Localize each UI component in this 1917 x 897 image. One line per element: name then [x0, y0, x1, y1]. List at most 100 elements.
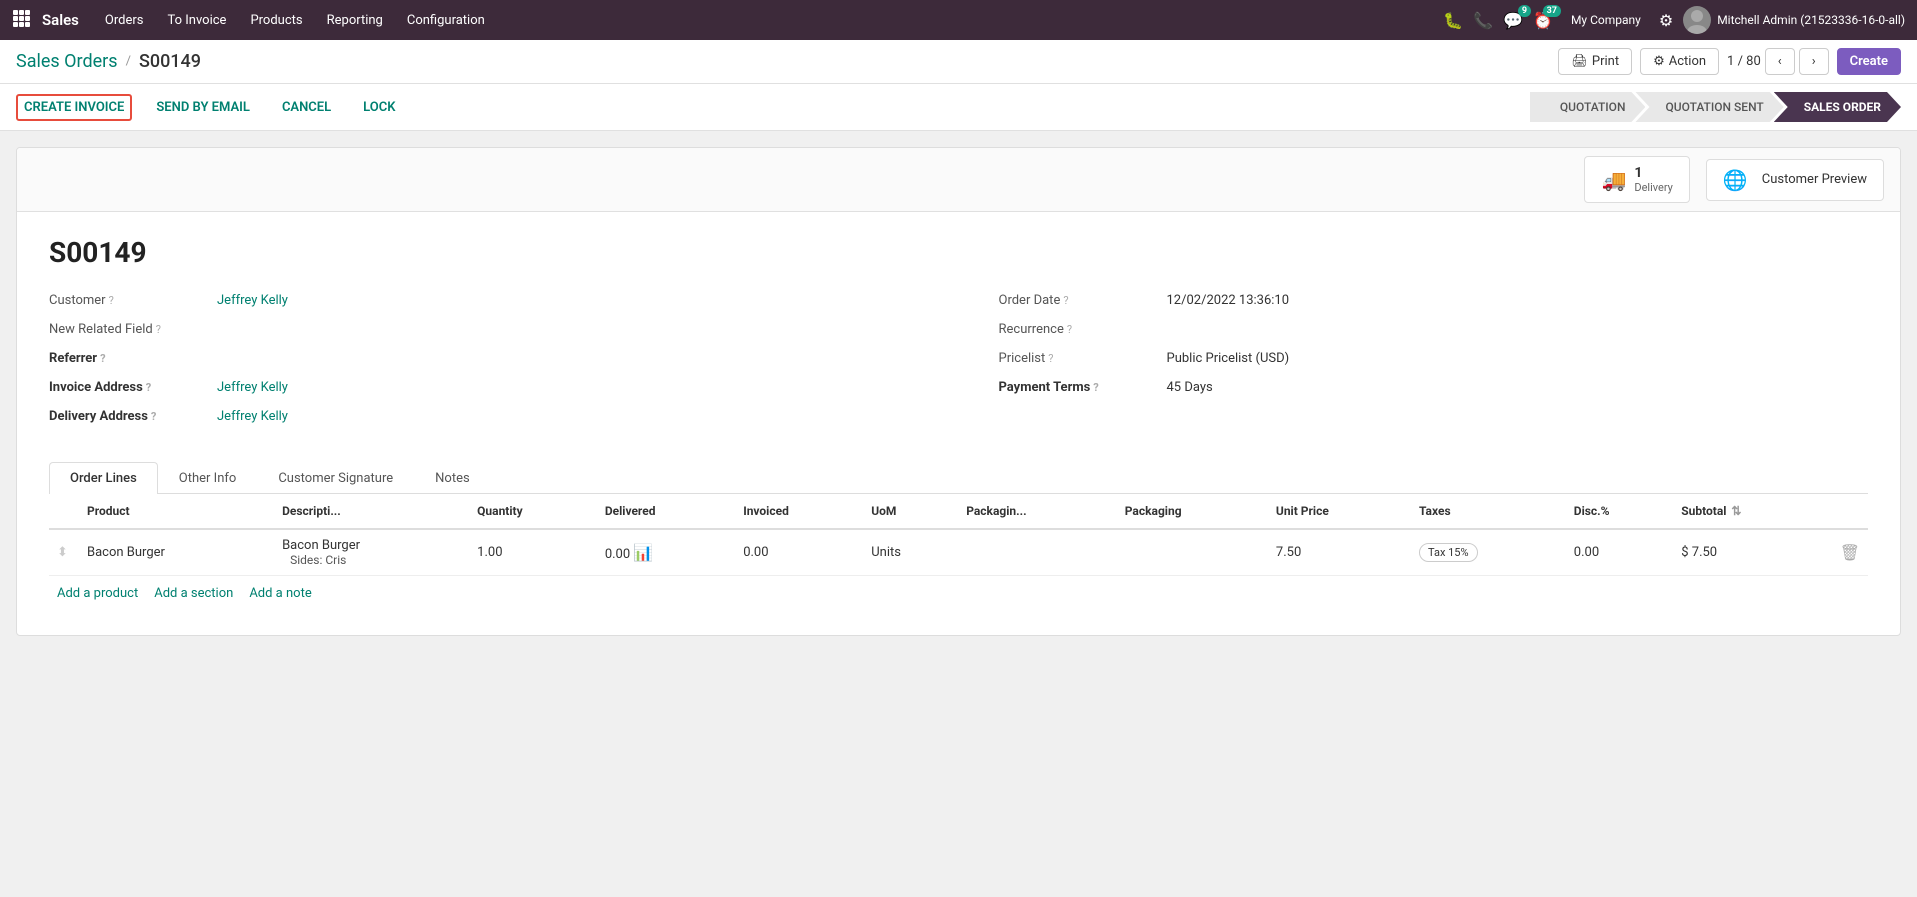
lock-button[interactable]: LOCK	[355, 94, 403, 121]
status-quotation[interactable]: QUOTATION	[1530, 92, 1646, 122]
grid-icon[interactable]	[12, 9, 30, 31]
quantity-cell[interactable]: 1.00	[469, 529, 597, 576]
order-date-help-icon[interactable]: ?	[1063, 294, 1068, 307]
recurrence-label: Recurrence ?	[999, 322, 1159, 337]
new-related-help-icon[interactable]: ?	[156, 323, 161, 336]
gear-icon: ⚙	[1653, 54, 1665, 69]
new-related-label: New Related Field ?	[49, 322, 209, 337]
uom-cell[interactable]: Units	[863, 529, 958, 576]
add-product-link[interactable]: Add a product	[57, 586, 138, 601]
tab-order-lines[interactable]: Order Lines	[49, 462, 158, 494]
invoice-address-help-icon[interactable]: ?	[146, 381, 151, 394]
page-header: Sales Orders / S00149 🖨 Print ⚙ Action 1…	[0, 40, 1917, 84]
col-quantity: Quantity	[469, 494, 597, 529]
drag-handle[interactable]: ⬍	[49, 529, 79, 576]
action-button[interactable]: ⚙ Action	[1640, 48, 1719, 75]
create-button[interactable]: Create	[1837, 48, 1901, 75]
delivery-button[interactable]: 🚚 1 Delivery	[1584, 156, 1689, 203]
sort-icon[interactable]: ⇅	[1731, 504, 1741, 518]
create-invoice-button[interactable]: CREATE INVOICE	[16, 94, 132, 121]
payment-terms-help-icon[interactable]: ?	[1093, 381, 1098, 394]
action-bar: CREATE INVOICE SEND BY EMAIL CANCEL LOCK…	[0, 84, 1917, 131]
prev-record-button[interactable]: ‹	[1765, 48, 1795, 75]
tab-notes[interactable]: Notes	[414, 462, 491, 494]
form-body: S00149 Customer ? Jeffrey Kelly New Rela…	[17, 212, 1900, 635]
status-sales-order[interactable]: SALES ORDER	[1774, 92, 1901, 122]
send-by-email-button[interactable]: SEND BY EMAIL	[148, 94, 258, 121]
main-content: 🚚 1 Delivery 🌐 Customer Preview S00149	[0, 131, 1917, 652]
nav-reporting[interactable]: Reporting	[317, 7, 393, 34]
chat-badge: 9	[1518, 5, 1531, 17]
product-cell[interactable]: Bacon Burger	[79, 529, 274, 576]
order-date-value: 12/02/2022 13:36:10	[1167, 293, 1290, 308]
printer-icon: 🖨	[1571, 54, 1588, 69]
next-record-button[interactable]: ›	[1799, 48, 1829, 75]
unit-price-cell[interactable]: 7.50	[1268, 529, 1411, 576]
record-navigation: 1 / 80 ‹ ›	[1727, 48, 1829, 75]
packaging-cell	[1117, 529, 1268, 576]
new-related-field: New Related Field ?	[49, 322, 943, 337]
order-date-field: Order Date ? 12/02/2022 13:36:10	[999, 293, 1853, 308]
add-section-link[interactable]: Add a section	[154, 586, 233, 601]
delivery-address-label: Delivery Address ?	[49, 409, 209, 424]
tab-other-info[interactable]: Other Info	[158, 462, 258, 494]
nav-products[interactable]: Products	[240, 7, 312, 34]
referrer-field: Referrer ?	[49, 351, 943, 366]
print-button[interactable]: 🖨 Print	[1558, 48, 1632, 75]
invoice-address-value[interactable]: Jeffrey Kelly	[217, 380, 288, 395]
invoiced-cell: 0.00	[735, 529, 863, 576]
status-quotation-sent[interactable]: QUOTATION SENT	[1635, 92, 1783, 122]
status-pipeline: QUOTATION QUOTATION SENT SALES ORDER	[1530, 92, 1901, 122]
customer-value[interactable]: Jeffrey Kelly	[217, 293, 288, 308]
delivered-cell: 0.00 📊	[597, 529, 735, 576]
col-packaging-qty: Packagin...	[958, 494, 1117, 529]
customer-field: Customer ? Jeffrey Kelly	[49, 293, 943, 308]
delete-row-button[interactable]: 🗑	[1840, 543, 1860, 562]
col-uom: UoM	[863, 494, 958, 529]
order-number: S00149	[49, 236, 1868, 269]
settings-icon[interactable]: ⚙	[1659, 11, 1673, 30]
table-footer-actions: Add a product Add a section Add a note	[49, 576, 1868, 611]
customer-help-icon[interactable]: ?	[109, 294, 114, 307]
payment-terms-label: Payment Terms ?	[999, 380, 1159, 395]
description-cell: Bacon Burger Sides: Cris	[274, 529, 469, 576]
user-menu[interactable]: Mitchell Admin (21523336-16-0-all)	[1683, 6, 1905, 34]
cancel-button[interactable]: CANCEL	[274, 94, 339, 121]
tab-customer-signature[interactable]: Customer Signature	[257, 462, 414, 494]
pricelist-value: Public Pricelist (USD)	[1167, 351, 1290, 366]
form-card: 🚚 1 Delivery 🌐 Customer Preview S00149	[16, 147, 1901, 636]
taxes-cell[interactable]: Tax 15%	[1411, 529, 1566, 576]
nav-configuration[interactable]: Configuration	[397, 7, 495, 34]
chat-icon[interactable]: 💬 9	[1503, 11, 1523, 30]
forecast-chart-icon[interactable]: 📊	[633, 543, 653, 562]
col-subtotal: Subtotal ⇅	[1673, 494, 1831, 529]
pricelist-help-icon[interactable]: ?	[1048, 352, 1053, 365]
pricelist-label: Pricelist ?	[999, 351, 1159, 366]
app-name[interactable]: Sales	[42, 11, 79, 29]
breadcrumb-parent[interactable]: Sales Orders	[16, 51, 118, 72]
clock-icon[interactable]: ⏰ 37	[1533, 11, 1553, 30]
debug-icon[interactable]: 🐛	[1443, 11, 1463, 30]
form-grid: Customer ? Jeffrey Kelly New Related Fie…	[49, 293, 1868, 438]
col-invoiced: Invoiced	[735, 494, 863, 529]
payment-terms-field: Payment Terms ? 45 Days	[999, 380, 1853, 395]
username: Mitchell Admin (21523336-16-0-all)	[1717, 13, 1905, 27]
breadcrumb-current: S00149	[139, 51, 201, 72]
col-delivered: Delivered	[597, 494, 735, 529]
delivery-address-help-icon[interactable]: ?	[151, 410, 156, 423]
order-date-label: Order Date ?	[999, 293, 1159, 308]
invoice-address-field: Invoice Address ? Jeffrey Kelly	[49, 380, 943, 395]
referrer-help-icon[interactable]: ?	[100, 352, 105, 365]
add-note-link[interactable]: Add a note	[249, 586, 311, 601]
nav-orders[interactable]: Orders	[95, 7, 154, 34]
disc-cell[interactable]: 0.00	[1566, 529, 1673, 576]
col-unit-price: Unit Price	[1268, 494, 1411, 529]
pricelist-field: Pricelist ? Public Pricelist (USD)	[999, 351, 1853, 366]
topbar: Sales Orders To Invoice Products Reporti…	[0, 0, 1917, 40]
recurrence-help-icon[interactable]: ?	[1067, 323, 1072, 336]
smart-buttons: 🚚 1 Delivery 🌐 Customer Preview	[17, 148, 1900, 212]
phone-icon[interactable]: 📞	[1473, 11, 1493, 30]
customer-preview-button[interactable]: 🌐 Customer Preview	[1706, 159, 1884, 201]
delivery-address-value[interactable]: Jeffrey Kelly	[217, 409, 288, 424]
nav-to-invoice[interactable]: To Invoice	[157, 7, 236, 34]
